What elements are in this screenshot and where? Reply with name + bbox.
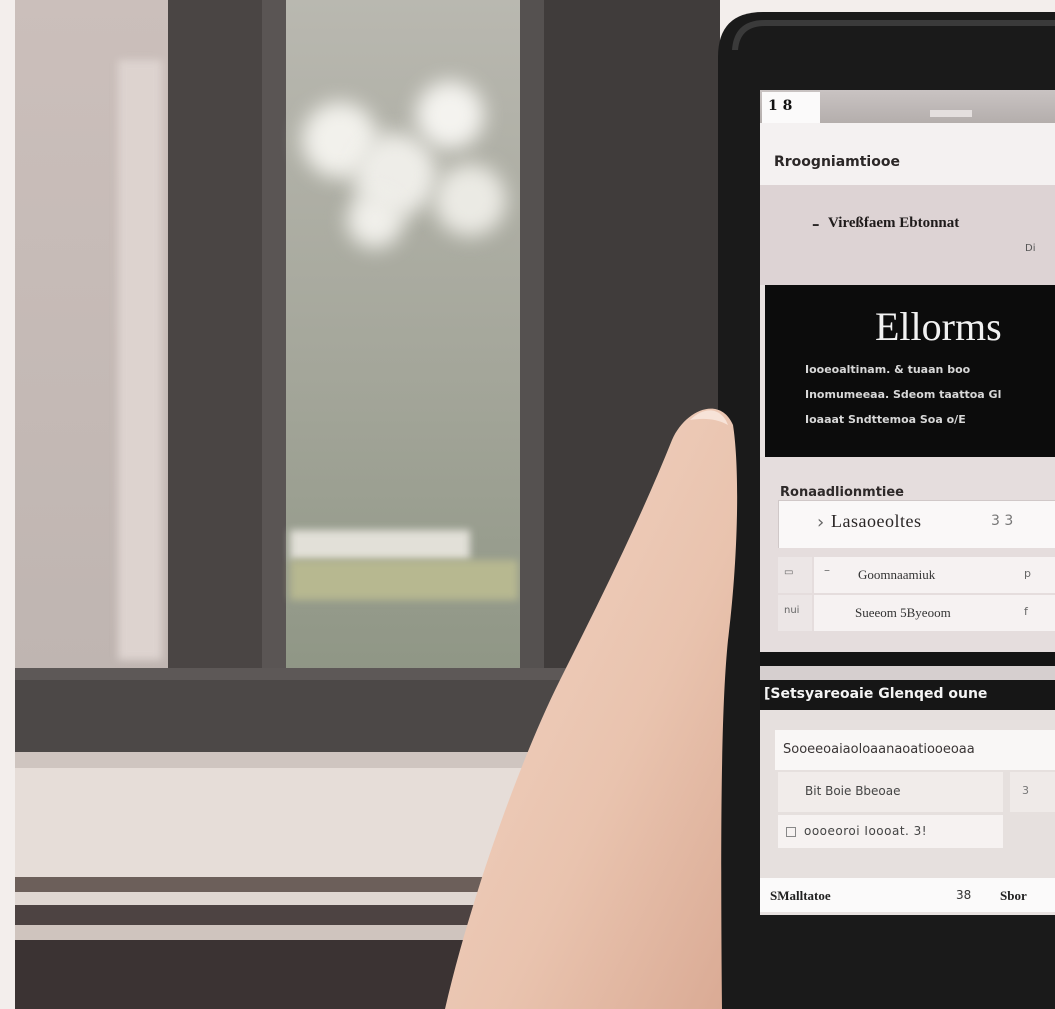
frame-edge (520, 0, 544, 680)
action-button-label: Bit Boie Bbeoae (805, 784, 901, 798)
bottom-bar-label[interactable]: SMalltatoe (770, 888, 920, 904)
form-section: Sooeeoaiaoloaanaoatiooeoaa Bit Boie Bbeo… (760, 710, 1055, 878)
section-label: Ronaadlionmtiee (780, 485, 904, 500)
banner-line: Inomumeeaa. Sdeom taattoa Gl (805, 388, 1002, 401)
row-icon: ▭ (784, 567, 794, 578)
list-item-label: Goomnaamiuk (858, 567, 936, 582)
divider (760, 652, 1055, 666)
banner-line: Ioaaat Sndttemoa Soa o/E (805, 413, 966, 426)
banner-line: Iooeoaltinam. & tuaan boo (805, 363, 971, 376)
subheader-corner-text: Di (1025, 243, 1036, 254)
row-left-cell[interactable]: ▭ (778, 557, 812, 593)
divider (760, 666, 1055, 680)
subheader-title: Vireßfaem Ebtonnat (828, 215, 960, 231)
action-button[interactable]: Bit Boie Bbeoae (778, 772, 1003, 812)
chevron-right-icon: › (817, 512, 825, 533)
hero-banner: Ellorms Iooeoaltinam. & tuaan boo Inomum… (765, 285, 1055, 457)
blurred-cloud (416, 81, 484, 149)
bottom-bar: SMalltatoe 38 Sbor (760, 878, 1055, 912)
phone-screen: 1 8 Rroogniamtiooe – Vireßfaem Ebtonnat … (760, 90, 1055, 915)
blurred-building (118, 60, 162, 660)
bottom-bar-count: 38 (956, 888, 972, 902)
blurred-grass (290, 560, 518, 600)
list-item-label: Sueeom 5Byeoom (855, 605, 951, 620)
app-header: Rroogniamtiooe (760, 123, 1055, 185)
page-title: Rroogniamtiooe (774, 154, 900, 170)
checkbox-row[interactable]: oooeoroi Ioooat. 3! (778, 815, 1003, 848)
blurred-cloud (434, 164, 506, 236)
list-item-trailing: p (1024, 567, 1031, 580)
row-left-text: nui (784, 605, 800, 616)
selection-input[interactable]: › Lasaoeoltes 3 3 (778, 500, 1055, 548)
selection-suffix: 3 3 (991, 513, 1014, 529)
status-bar: 1 8 (760, 90, 1055, 123)
text-field-value: Sooeeoaiaoloaanaoatiooeoaa (783, 742, 975, 757)
mullion-edge (262, 0, 286, 690)
status-indicator (930, 110, 972, 117)
dash-icon: – (824, 563, 830, 577)
list-item[interactable]: Sueeom 5Byeoom f (814, 595, 1055, 631)
list-item-trailing: f (1024, 605, 1028, 618)
banner-title: Ellorms (875, 304, 1002, 349)
text-field[interactable]: Sooeeoaiaoloaanaoatiooeoaa (775, 730, 1055, 770)
bottom-bar-action[interactable]: Sbor (1000, 888, 1055, 904)
subheader: – Vireßfaem Ebtonnat Di (760, 185, 1055, 285)
section-header-dark: [Setsyareoaie Glenqed oune (760, 680, 1055, 710)
list-item[interactable]: – Goomnaamiuk p (814, 557, 1055, 593)
dash-icon: – (812, 215, 820, 233)
checkbox-label: oooeoroi Ioooat. 3! (804, 824, 928, 838)
blurred-cloud (347, 192, 403, 248)
selection-value: Lasaoeoltes (831, 511, 922, 531)
photo-scene: 1 8 Rroogniamtiooe – Vireßfaem Ebtonnat … (0, 0, 1055, 1009)
options-section: Ronaadlionmtiee › Lasaoeoltes 3 3 ▭ – Go… (760, 457, 1055, 652)
row-left-cell[interactable]: nui (778, 595, 812, 631)
checkbox-icon[interactable] (786, 827, 796, 837)
status-tab[interactable]: 1 8 (762, 92, 820, 123)
section-header-text: [Setsyareoaie Glenqed oune (764, 686, 988, 702)
side-cell[interactable]: 3 (1010, 772, 1055, 812)
status-text: 1 8 (768, 98, 793, 114)
blurred-roof (290, 530, 470, 560)
side-cell-value: 3 (1022, 784, 1029, 797)
